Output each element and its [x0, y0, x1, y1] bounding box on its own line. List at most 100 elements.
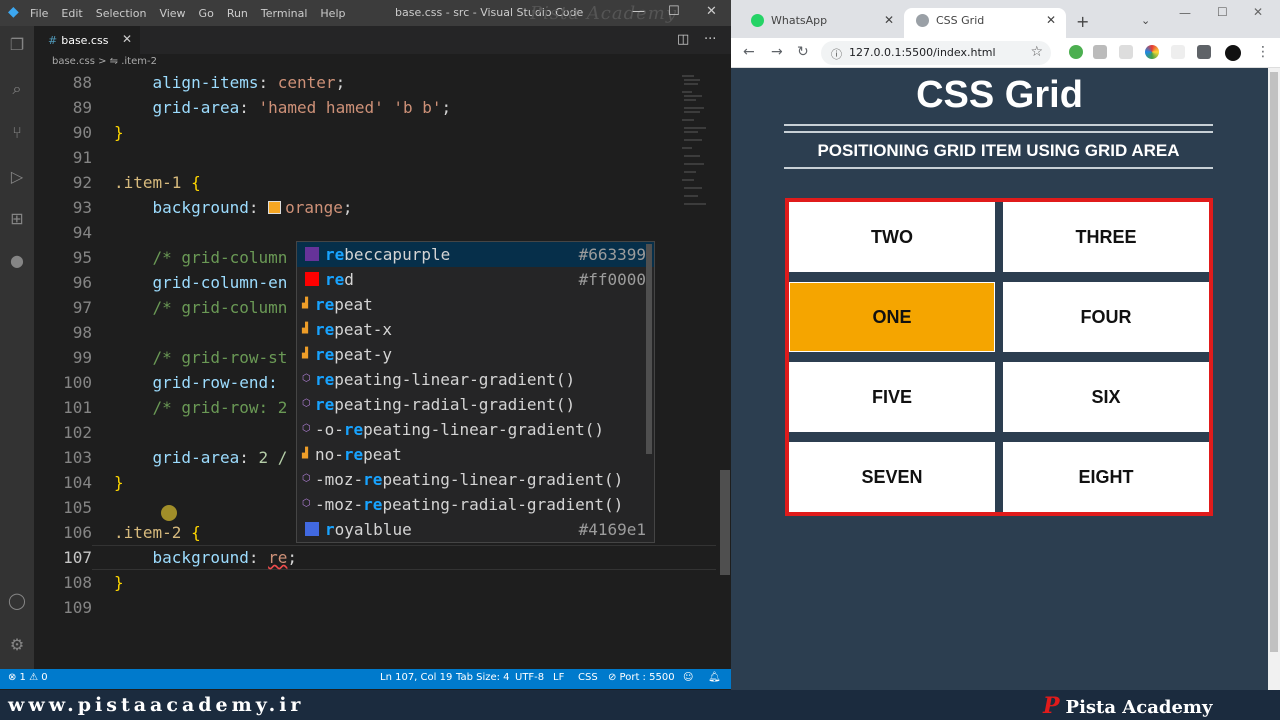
split-editor-icon[interactable]: ◫: [677, 32, 689, 47]
avatar[interactable]: [1225, 45, 1241, 61]
tab-base-css[interactable]: # base.css ✕: [34, 26, 140, 54]
line-number: 103: [63, 448, 92, 467]
brand-name: P Pista Academy: [1043, 693, 1212, 719]
notifications-bell-icon[interactable]: 🔔︎: [708, 672, 721, 683]
extension-icon[interactable]: [1093, 45, 1107, 59]
menu-help[interactable]: Help: [320, 7, 345, 20]
editor-tabs: # base.css ✕ ◫ ···: [34, 26, 731, 54]
more-menu-icon[interactable]: ⋮: [1256, 44, 1270, 60]
back-icon[interactable]: ←: [743, 44, 755, 60]
suggestions-scrollbar[interactable]: [646, 244, 652, 454]
explorer-icon[interactable]: ❐: [8, 36, 26, 54]
menu-edit[interactable]: Edit: [61, 7, 82, 20]
info-icon[interactable]: ⓘ: [831, 46, 842, 62]
suggestion-item[interactable]: ⬡ -moz-repeating-linear-gradient(): [297, 467, 654, 492]
suggestion-item[interactable]: ⬡ repeating-linear-gradient(): [297, 367, 654, 392]
maximize-icon[interactable]: ☐: [1217, 5, 1228, 19]
new-tab-icon[interactable]: +: [1076, 12, 1089, 31]
code-line: }: [114, 123, 124, 142]
line-number: 94: [72, 223, 92, 242]
settings-gear-icon[interactable]: ⚙: [8, 636, 26, 654]
code-line: .item-1 {: [114, 173, 201, 192]
grid-item-five: FIVE: [789, 362, 995, 432]
cursor-position[interactable]: Ln 107, Col 19: [380, 672, 452, 683]
suggestion-item[interactable]: ▟ no-repeat: [297, 442, 654, 467]
website-url: www.pistaacademy.ir: [8, 694, 305, 716]
line-ending[interactable]: LF: [553, 672, 564, 683]
editor-scrollbar[interactable]: [720, 470, 730, 575]
line-number: 108: [63, 573, 92, 592]
encoding[interactable]: UTF-8: [515, 672, 544, 683]
tab-size[interactable]: Tab Size: 4: [456, 672, 510, 683]
whatsapp-icon: [751, 14, 764, 27]
problems-indicator[interactable]: ⊗ 1 ⚠ 0: [8, 672, 48, 683]
minimize-icon[interactable]: —: [1179, 6, 1191, 20]
suggestion-item[interactable]: ▟ repeat-x: [297, 317, 654, 342]
menu-selection[interactable]: Selection: [96, 7, 147, 20]
close-tab-icon[interactable]: ✕: [884, 13, 894, 27]
breadcrumb[interactable]: base.css > ⇋ .item-2: [52, 56, 157, 67]
forward-icon[interactable]: →: [771, 44, 783, 60]
function-icon: ⬡: [302, 373, 311, 384]
minimize-icon[interactable]: —: [632, 4, 645, 19]
menu-bar: File Edit Selection View Go Run Terminal…: [30, 0, 358, 26]
close-tab-icon[interactable]: ✕: [1046, 13, 1056, 27]
extension-icon[interactable]: [1171, 45, 1185, 59]
tab-search-icon[interactable]: ⌄: [1141, 14, 1150, 27]
account-icon[interactable]: ◯: [8, 592, 26, 610]
tab-css-grid[interactable]: CSS Grid ✕: [904, 8, 1066, 38]
suggestion-item[interactable]: red #ff0000: [297, 267, 654, 292]
more-actions-icon[interactable]: ···: [704, 32, 716, 47]
suggestion-item[interactable]: ⬡ -o-repeating-linear-gradient(): [297, 417, 654, 442]
close-window-icon[interactable]: ✕: [706, 4, 717, 19]
suggestion-item[interactable]: rebeccapurple #663399: [297, 242, 654, 267]
url-text: 127.0.0.1:5500/index.html: [849, 46, 996, 59]
menu-terminal[interactable]: Terminal: [261, 7, 308, 20]
extension-icon[interactable]: [1069, 45, 1083, 59]
line-number: 97: [72, 298, 92, 317]
line-number: 88: [72, 73, 92, 92]
line-number: 91: [72, 148, 92, 167]
extension-icon[interactable]: [1119, 45, 1133, 59]
menu-file[interactable]: File: [30, 7, 48, 20]
suggestion-item[interactable]: royalblue #4169e1: [297, 517, 654, 542]
page-scrollbar[interactable]: [1268, 68, 1280, 690]
maximize-icon[interactable]: ☐: [668, 4, 680, 19]
line-number: 105: [63, 498, 92, 517]
run-debug-icon[interactable]: ▷: [8, 168, 26, 186]
menu-run[interactable]: Run: [227, 7, 248, 20]
status-bar: ⊗ 1 ⚠ 0 Ln 107, Col 19 Tab Size: 4 UTF-8…: [0, 669, 731, 689]
divider: [784, 167, 1213, 169]
menu-view[interactable]: View: [159, 7, 185, 20]
minimap[interactable]: [680, 72, 720, 212]
suggestion-item[interactable]: ▟ repeat-y: [297, 342, 654, 367]
suggestion-item[interactable]: ⬡ repeating-radial-gradient(): [297, 392, 654, 417]
remote-icon[interactable]: ●: [8, 252, 26, 270]
divider: [784, 124, 1213, 126]
activity-bar: ❐ ⌕ ⑂ ▷ ⊞ ● ◯ ⚙: [0, 26, 34, 669]
close-window-icon[interactable]: ✕: [1253, 5, 1263, 19]
line-number: 92: [72, 173, 92, 192]
language-mode[interactable]: CSS: [578, 672, 598, 683]
extensions-puzzle-icon[interactable]: [1197, 45, 1211, 59]
color-swatch-orange[interactable]: [268, 201, 282, 214]
source-control-icon[interactable]: ⑂: [8, 124, 26, 142]
address-bar[interactable]: ⓘ 127.0.0.1:5500/index.html ☆: [821, 41, 1051, 65]
extensions-icon[interactable]: ⊞: [8, 210, 26, 228]
search-icon[interactable]: ⌕: [8, 80, 26, 98]
mouse-cursor-indicator: [161, 505, 177, 521]
suggestion-item[interactable]: ▟ repeat: [297, 292, 654, 317]
menu-go[interactable]: Go: [199, 7, 214, 20]
live-server-port[interactable]: ⊘ Port : 5500: [608, 672, 675, 683]
extension-icon[interactable]: [1145, 45, 1159, 59]
bookmark-star-icon[interactable]: ☆: [1030, 44, 1043, 60]
suggestion-item[interactable]: ⬡ -moz-repeating-radial-gradient(): [297, 492, 654, 517]
close-tab-icon[interactable]: ✕: [122, 32, 132, 46]
reload-icon[interactable]: ↻: [797, 44, 809, 60]
brand-label: Pista Academy: [1065, 697, 1213, 718]
tab-whatsapp[interactable]: WhatsApp ✕: [739, 8, 904, 38]
line-number: 89: [72, 98, 92, 117]
scrollbar-thumb[interactable]: [1270, 72, 1278, 652]
feedback-icon[interactable]: ☺: [683, 672, 693, 683]
